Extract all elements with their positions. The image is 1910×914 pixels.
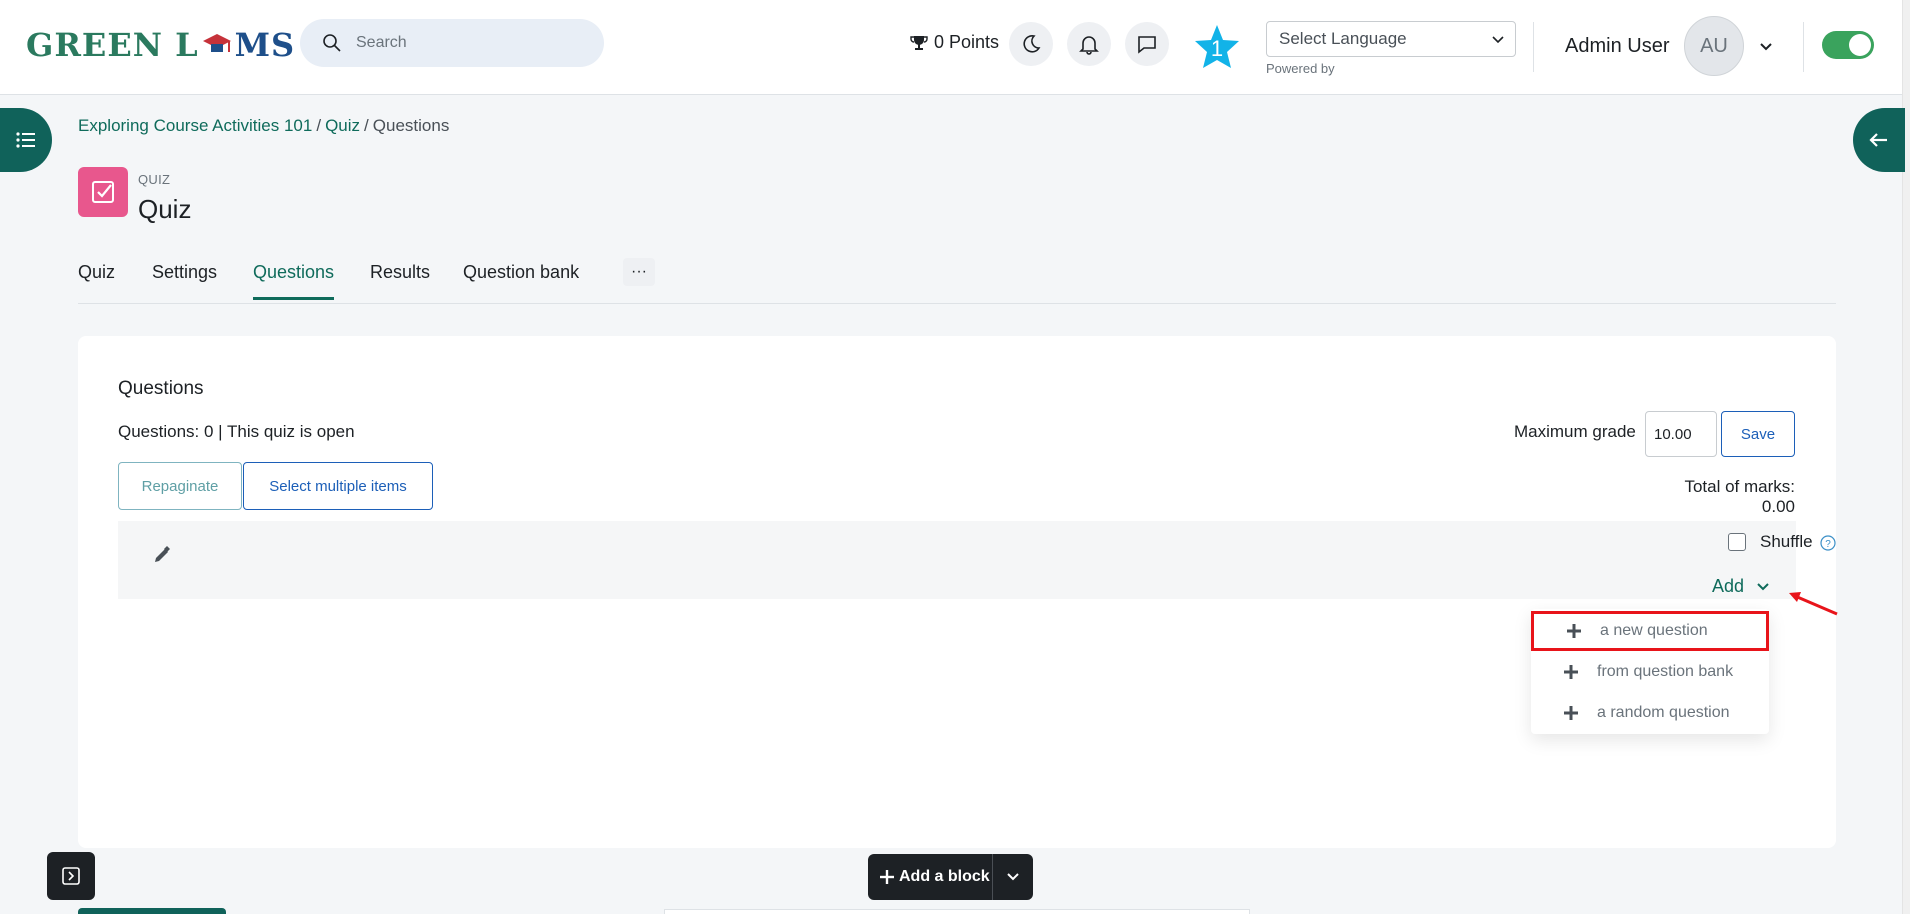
add-menu-toggle[interactable]: Add [1712, 576, 1770, 597]
repaginate-button[interactable]: Repaginate [118, 462, 242, 510]
logo-text-left: GREEN L [26, 26, 199, 64]
toggle-knob [1849, 34, 1871, 56]
breadcrumb-separator: / [364, 116, 369, 135]
plus-icon [1564, 706, 1578, 720]
tab-more-button[interactable]: ··· [623, 258, 655, 286]
footer-toggle-button[interactable] [47, 852, 95, 900]
add-block-button[interactable]: Add a block [868, 854, 993, 900]
notifications-button[interactable] [1067, 22, 1111, 66]
language-select[interactable]: Select Language [1266, 21, 1516, 57]
add-label: Add [1712, 576, 1745, 596]
shuffle-label: Shuffle [1760, 532, 1813, 551]
questions-card: Questions Questions: 0 | This quiz is op… [78, 336, 1836, 848]
tab-quiz[interactable]: Quiz [78, 262, 115, 297]
svg-text:?: ? [1825, 539, 1831, 550]
breadcrumb-separator: / [316, 116, 322, 135]
select-multiple-button[interactable]: Select multiple items [243, 462, 433, 510]
trophy-icon [910, 35, 928, 50]
avatar[interactable]: AU [1684, 16, 1744, 76]
pencil-icon[interactable] [152, 545, 172, 565]
moon-icon [1023, 35, 1041, 53]
total-marks: Total of marks: 0.00 [1684, 477, 1795, 516]
help-icon[interactable]: ? [1820, 535, 1836, 551]
breadcrumb-course[interactable]: Exploring Course Activities 101 [78, 116, 312, 135]
edit-mode-toggle[interactable] [1822, 31, 1874, 59]
user-menu-chevron-icon[interactable] [1758, 38, 1774, 54]
expand-panel-icon [62, 867, 80, 885]
save-button[interactable]: Save [1721, 411, 1795, 457]
footer-strip [78, 908, 226, 914]
tab-question-bank[interactable]: Question bank [463, 262, 579, 297]
chevron-down-icon [1757, 582, 1769, 590]
open-block-drawer-button[interactable] [1853, 108, 1905, 172]
open-course-index-button[interactable] [0, 108, 52, 172]
divider [1533, 22, 1534, 72]
menu-item-new-question[interactable]: a new question [1531, 611, 1769, 651]
dark-mode-toggle[interactable] [1009, 22, 1053, 66]
list-icon [16, 132, 35, 148]
chevron-down-icon [1492, 36, 1504, 44]
activity-type-label: QUIZ [138, 172, 171, 187]
tab-settings[interactable]: Settings [152, 262, 217, 297]
search-placeholder: Search [356, 34, 407, 51]
bell-icon [1079, 36, 1099, 55]
search-icon [323, 34, 341, 52]
menu-item-label: from question bank [1597, 663, 1734, 680]
divider [1803, 22, 1804, 72]
breadcrumb-current: Questions [372, 116, 450, 135]
menu-item-from-question-bank[interactable]: from question bank [1531, 652, 1769, 692]
secondary-navigation: Quiz Settings Questions Results Question… [78, 252, 1836, 304]
quiz-section: Shuffle ? [118, 521, 1836, 599]
section-heading: Questions [118, 378, 204, 399]
footer-panel [664, 909, 1250, 914]
arrow-left-icon [1869, 133, 1887, 147]
language-select-value: Select Language [1279, 29, 1407, 48]
add-block-dropdown[interactable] [993, 854, 1033, 900]
shuffle-checkbox[interactable] [1728, 533, 1746, 551]
search-input[interactable]: Search [300, 19, 604, 67]
powered-by-label: Powered by [1266, 61, 1335, 76]
messages-button[interactable] [1125, 22, 1169, 66]
max-grade-input[interactable]: 10.00 [1645, 411, 1717, 457]
level-badge[interactable]: 1 [1193, 23, 1241, 71]
checkbox-edit-icon [92, 181, 114, 203]
menu-item-label: a random question [1597, 704, 1730, 721]
logo-text-right: MS [234, 26, 296, 64]
add-block-control: Add a block [868, 854, 1033, 900]
chevron-down-icon [1007, 873, 1019, 881]
plus-icon [1567, 624, 1581, 638]
menu-item-random-question[interactable]: a random question [1531, 693, 1769, 733]
graduation-cap-icon [202, 32, 232, 58]
quiz-activity-icon [78, 167, 128, 217]
plus-icon [880, 870, 894, 884]
tab-questions[interactable]: Questions [253, 262, 335, 300]
max-grade-label: Maximum grade [1514, 422, 1636, 441]
menu-item-label: a new question [1600, 622, 1708, 639]
add-dropdown-menu: a new question from question bank a rand… [1531, 609, 1769, 734]
top-navbar: GREEN L MS Search 0 Points 1 Select Lang… [0, 0, 1910, 95]
add-block-label: Add a block [899, 868, 990, 885]
questions-info: Questions: 0 | This quiz is open [118, 422, 355, 441]
breadcrumb: Exploring Course Activities 101/Quiz / Que… [78, 116, 449, 136]
user-name[interactable]: Admin User [1565, 35, 1669, 58]
page-title: Quiz [138, 194, 192, 224]
points-display[interactable]: 0 Points [910, 32, 999, 53]
breadcrumb-activity[interactable]: Quiz [325, 116, 360, 135]
chat-icon [1138, 36, 1156, 54]
site-logo[interactable]: GREEN L MS [26, 26, 295, 64]
points-label: 0 Points [934, 32, 1000, 52]
annotation-arrow-icon [1789, 592, 1838, 616]
tab-results[interactable]: Results [370, 262, 430, 297]
plus-icon [1564, 665, 1578, 679]
level-count: 1 [1210, 36, 1224, 61]
